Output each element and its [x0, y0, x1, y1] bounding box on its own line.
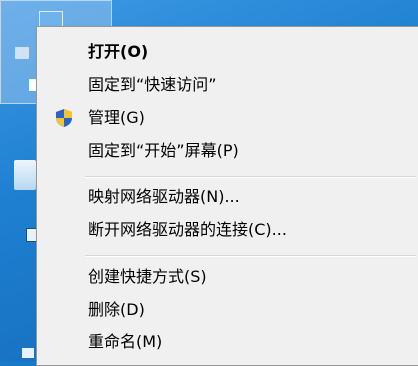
- desktop-icon-overlay: [15, 47, 29, 59]
- menu-item-label: 打开(O): [88, 42, 149, 61]
- menu-item-label: 管理(G): [88, 108, 145, 127]
- menu-item-label: 固定到“快速访问”: [88, 75, 217, 94]
- menu-item-label: 删除(D): [88, 300, 145, 319]
- menu-item-open[interactable]: 打开(O): [40, 37, 416, 67]
- menu-item-label: 固定到“开始”屏幕(P): [88, 141, 239, 160]
- menu-item-rename[interactable]: 重命名(M): [40, 327, 416, 357]
- uac-shield-icon: [56, 109, 72, 127]
- menu-item-label: 映射网络驱动器(N)...: [88, 187, 240, 206]
- desktop-icon[interactable]: [22, 348, 34, 358]
- menu-item-label: 创建快捷方式(S): [88, 267, 207, 286]
- menu-item-pin-quick-access[interactable]: 固定到“快速访问”: [40, 70, 416, 100]
- menu-item-label: 重命名(M): [88, 332, 163, 351]
- menu-item-label: 断开网络驱动器的连接(C)...: [88, 220, 287, 239]
- menu-item-map-network-drive[interactable]: 映射网络驱动器(N)...: [40, 182, 416, 212]
- menu-item-pin-start[interactable]: 固定到“开始”屏幕(P): [40, 136, 416, 166]
- menu-item-disconnect-network-drive[interactable]: 断开网络驱动器的连接(C)...: [40, 215, 416, 245]
- menu-item-manage[interactable]: 管理(G): [40, 103, 416, 133]
- context-menu: 打开(O) 固定到“快速访问” 管理(G) 固定到“开始”屏幕(P) 映射网络驱…: [36, 26, 418, 366]
- menu-separator: [85, 255, 416, 257]
- recycle-bin-icon[interactable]: [14, 160, 36, 190]
- menu-separator: [85, 176, 416, 178]
- menu-item-create-shortcut[interactable]: 创建快捷方式(S): [40, 262, 416, 292]
- menu-item-delete[interactable]: 删除(D): [40, 295, 416, 325]
